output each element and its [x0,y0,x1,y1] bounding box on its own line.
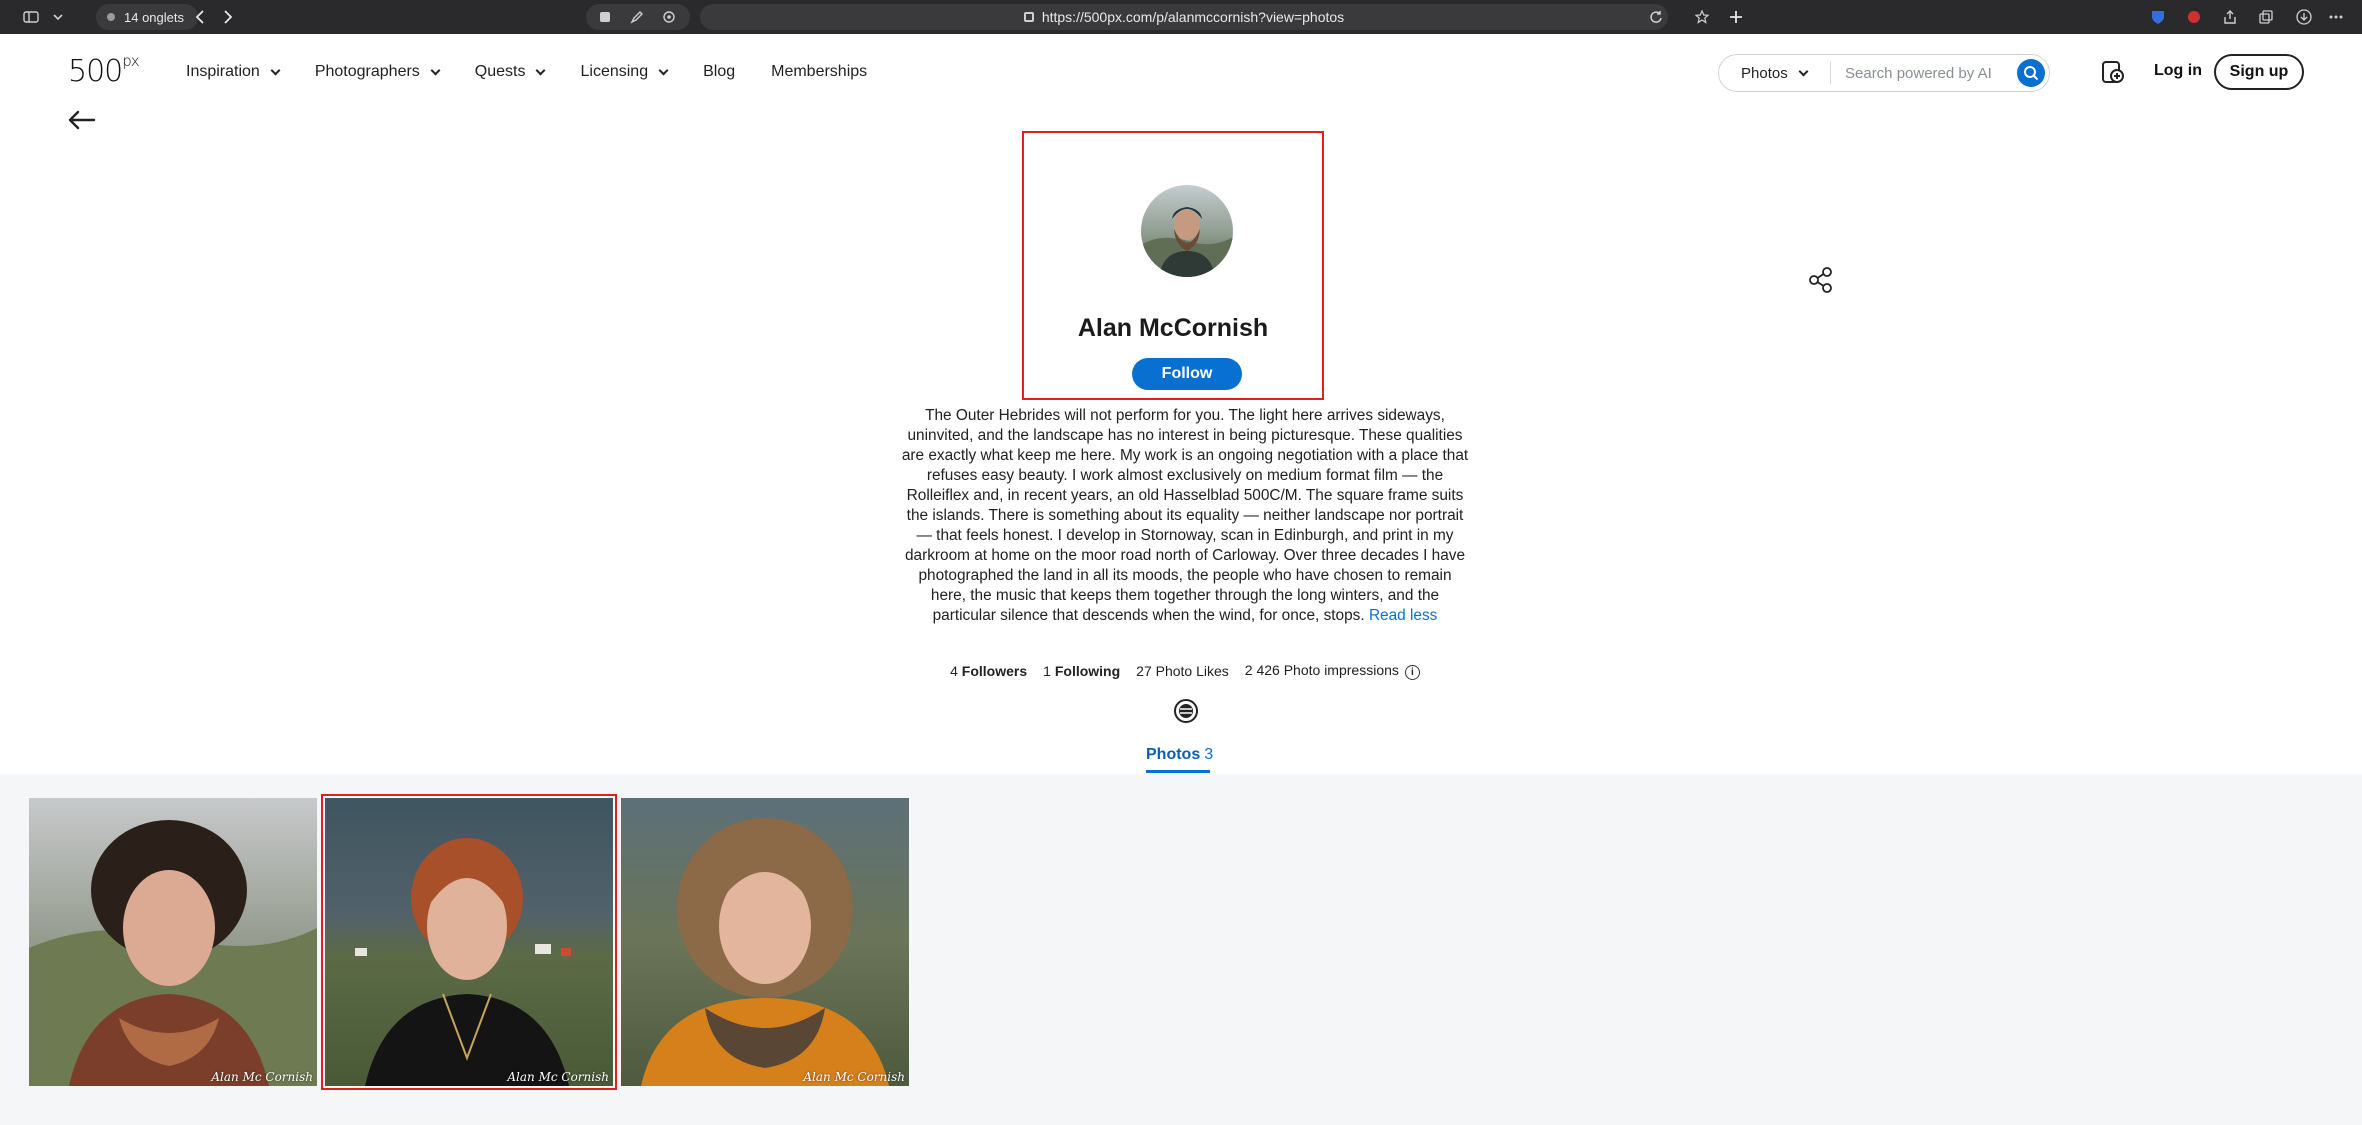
main-nav: Inspiration Photographers Quests Licensi… [186,34,903,110]
nav-label: Licensing [580,63,649,80]
logo-text: 500 [68,54,123,89]
avatar[interactable] [1141,185,1233,277]
back-nav-icon[interactable] [190,6,210,28]
followers-label: Followers [961,663,1028,679]
nav-item-inspiration[interactable]: Inspiration [186,63,281,81]
nav-label: Photographers [314,63,420,80]
photo-watermark: Alan Mc Cornish [803,1070,905,1084]
logo-sup: px [122,52,139,70]
read-less-link[interactable]: Read less [1369,607,1437,624]
search-type-label: Photos [1741,64,1788,82]
tab-photos-label: Photos [1146,746,1201,763]
chevron-down-icon [536,65,546,75]
lock-icon [1023,12,1034,22]
chevron-down-icon [430,65,441,75]
search-box: Photos [1718,54,2050,92]
impressions-text: 2 426 Photo impressions [1244,662,1399,678]
info-icon[interactable]: i [1404,665,1420,680]
nav-item-quests[interactable]: Quests [474,63,546,81]
followers-stat[interactable]: 4 Followers [950,663,1027,679]
profile-stats: 4 Followers 1 Following 27 Photo Likes 2… [900,662,1470,680]
tab-photos-count: 3 [1204,746,1214,763]
pen-icon[interactable] [626,6,648,28]
signup-button[interactable]: Sign up [2214,54,2304,90]
chevron-down-icon [270,65,281,75]
chevron-down-icon [658,65,669,75]
tab-active-indicator [1146,770,1210,773]
likes-stat: 27 Photo Likes [1136,663,1229,679]
followers-count: 4 [950,663,958,679]
nav-item-licensing[interactable]: Licensing [580,63,669,81]
upload-photo-icon[interactable] [2098,58,2126,86]
impressions-stat: 2 426 Photo impressions i [1245,662,1420,680]
photo-thumbnail-1[interactable]: Alan Mc Cornish [29,798,317,1086]
nav-item-memberships[interactable]: Memberships [771,63,867,81]
photo-watermark: Alan Mc Cornish [507,1070,609,1084]
photo-thumbnail-2[interactable]: Alan Mc Cornish [321,794,617,1090]
profile-name: Alan McCornish [1077,314,1269,342]
following-count: 1 [1043,663,1051,679]
tab-photos[interactable]: Photos 3 [1146,746,1213,764]
search-input[interactable] [1831,64,2011,82]
login-link[interactable]: Log in [2154,62,2202,80]
nav-label: Blog [703,63,736,80]
downloads-icon[interactable] [2294,6,2314,28]
back-arrow-icon[interactable] [66,108,96,132]
tab-group-button[interactable]: 14 onglets [96,4,198,30]
site-header: 500px Inspiration Photographers Quests L… [0,34,2362,110]
search-button[interactable] [2017,59,2045,87]
more-menu-icon[interactable] [2326,6,2346,28]
bookmark-star-icon[interactable] [1692,6,1712,28]
share-icon[interactable] [1808,266,1834,294]
nav-item-blog[interactable]: Blog [703,63,735,81]
extension-group [586,4,690,30]
new-tab-icon[interactable] [1726,6,1746,28]
bio-text: The Outer Hebrides will not perform for … [901,407,1469,624]
extension-icon[interactable] [594,6,616,28]
chevron-down-icon [1798,66,1809,76]
tabs-overview-icon[interactable] [2256,6,2276,28]
reader-icon[interactable] [658,6,680,28]
forward-nav-icon[interactable] [218,6,238,28]
site-logo[interactable]: 500px [68,52,140,89]
nav-label: Memberships [771,63,868,80]
nav-label: Quests [474,63,526,80]
photo-watermark: Alan Mc Cornish [211,1070,313,1084]
search-icon [2024,66,2039,81]
globe-icon[interactable] [1173,698,1199,724]
profile-bio: The Outer Hebrides will not perform for … [900,406,1470,626]
nav-label: Inspiration [186,63,260,80]
photo-thumbnail-3[interactable]: Alan Mc Cornish [621,798,909,1086]
address-bar[interactable]: https://500px.com/p/alanmccornish?view=p… [700,4,1668,30]
sidebar-toggle-icon[interactable] [20,6,42,28]
share-page-icon[interactable] [2220,6,2240,28]
search-type-select[interactable]: Photos [1719,62,1831,84]
nav-item-photographers[interactable]: Photographers [314,63,441,81]
chevron-down-icon[interactable] [50,6,66,28]
record-icon[interactable] [2184,6,2204,28]
follow-button[interactable]: Follow [1132,358,1242,390]
password-manager-icon[interactable] [2148,6,2168,28]
reload-icon[interactable] [1646,6,1666,28]
url-text: https://500px.com/p/alanmccornish?view=p… [1041,9,1345,25]
following-label: Following [1054,663,1121,679]
following-stat[interactable]: 1 Following [1043,663,1120,679]
browser-toolbar: 14 onglets https://500px.com/p/alanmccor… [0,0,2362,34]
